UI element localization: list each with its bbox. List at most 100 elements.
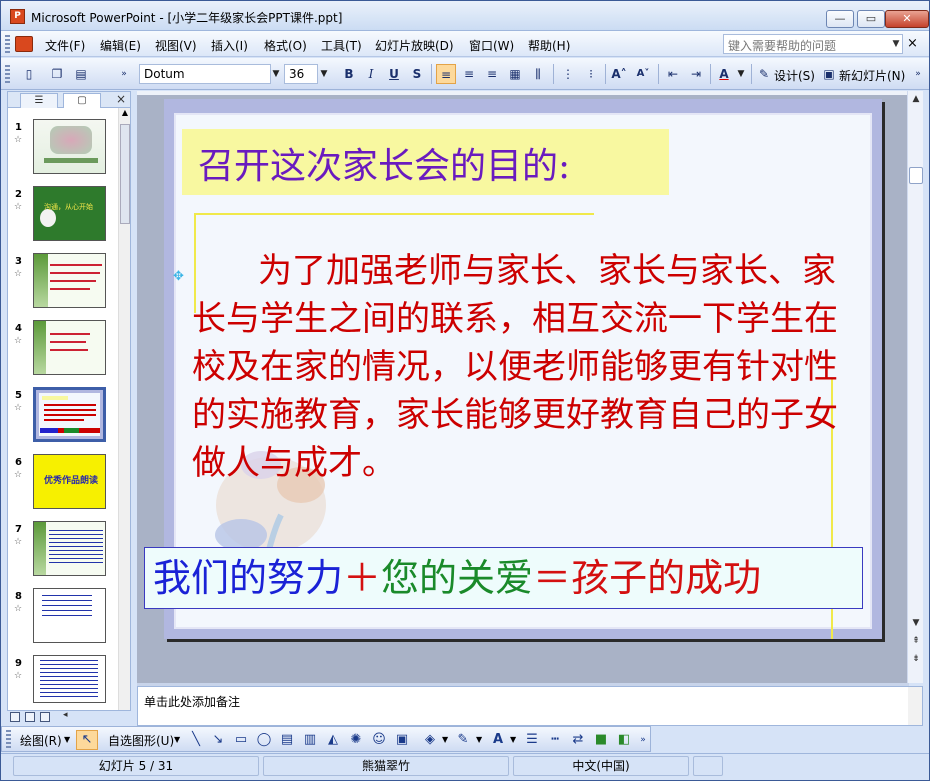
line-color-icon[interactable]: ✎	[455, 732, 471, 748]
picture-icon[interactable]: ▣	[394, 732, 410, 748]
font-color-icon[interactable]: A	[490, 732, 506, 748]
normal-view-icon[interactable]	[10, 712, 20, 722]
menu-help[interactable]: 帮助(H)	[528, 37, 570, 54]
chevron-down-icon[interactable]: ▼	[174, 735, 180, 744]
shadow-style-icon[interactable]: ■	[593, 732, 609, 748]
slide-thumbnail-row-selected[interactable]: 5 ☆	[8, 387, 118, 450]
slideshow-icon[interactable]	[40, 712, 50, 722]
document-icon[interactable]	[15, 36, 33, 52]
align-center-icon[interactable]: ≡	[459, 64, 479, 84]
help-search-input[interactable]: 键入需要帮助的问题	[723, 34, 903, 54]
chevron-down-icon[interactable]: ▼	[442, 735, 448, 744]
line-style-icon[interactable]: ☰	[524, 732, 540, 748]
notes-scrollbar[interactable]	[908, 687, 922, 725]
textbox-icon[interactable]: ▤	[279, 732, 295, 748]
previous-slide-icon[interactable]: ⇞	[908, 633, 924, 649]
draw-menu-button[interactable]: 绘图(R)	[20, 732, 62, 749]
menu-edit[interactable]: 编辑(E)	[100, 37, 141, 54]
chevron-down-icon[interactable]: ▼	[476, 735, 482, 744]
scroll-left-icon[interactable]: ◂	[63, 710, 68, 720]
diagram-icon[interactable]: ✺	[348, 732, 364, 748]
slide-thumbnail-3[interactable]	[33, 253, 106, 308]
document-close-button[interactable]: ×	[907, 36, 918, 51]
align-right-icon[interactable]: ≡	[482, 64, 502, 84]
menu-view[interactable]: 视图(V)	[155, 37, 197, 54]
font-size-field[interactable]: 36	[284, 64, 318, 84]
restore-button[interactable]: ▭	[857, 10, 885, 28]
notes-placeholder[interactable]: 单击此处添加备注	[144, 693, 240, 710]
drawbar-grip[interactable]	[6, 730, 11, 748]
slide-thumbnail-9[interactable]	[33, 655, 106, 703]
tab-slides[interactable]: ▢	[63, 93, 101, 108]
justify-icon[interactable]: ▦	[505, 64, 525, 84]
tab-outline[interactable]: ☰	[20, 93, 58, 108]
new-slide-icon[interactable]: ▣	[819, 64, 839, 84]
dash-style-icon[interactable]: ┅	[547, 732, 563, 748]
line-icon[interactable]: ╲	[188, 732, 204, 748]
scroll-down-icon[interactable]: ▼	[908, 615, 924, 631]
align-left-icon[interactable]: ≡	[436, 64, 456, 84]
fill-color-icon[interactable]: ◈	[422, 732, 438, 748]
font-name-field[interactable]: Dotum	[139, 64, 271, 84]
slide-thumbnail-1[interactable]	[33, 119, 106, 174]
next-slide-icon[interactable]: ⇟	[908, 651, 924, 667]
3d-style-icon[interactable]: ◧	[616, 732, 632, 748]
menu-format[interactable]: 格式(O)	[264, 37, 307, 54]
slide-thumbnail-row[interactable]: 3 ☆	[8, 253, 118, 316]
slide-thumbnail-row[interactable]: 1 ☆	[8, 119, 118, 182]
panel-close-button[interactable]: ×	[116, 92, 126, 106]
font-color-icon[interactable]: A	[714, 64, 734, 84]
minimize-button[interactable]: —	[826, 10, 854, 28]
slide-thumbnail-2[interactable]: 沟通，从心开始	[33, 186, 106, 241]
chevron-down-icon[interactable]: ▼	[64, 735, 70, 744]
slide-thumbnail-row[interactable]: 9 ☆	[8, 655, 118, 718]
italic-button[interactable]: I	[361, 64, 381, 84]
scroll-up-icon[interactable]: ▲	[120, 108, 130, 122]
copy-icon[interactable]: ❐	[47, 64, 67, 84]
slide-title[interactable]: 召开这次家长会的目的:	[198, 137, 570, 189]
chevron-down-icon[interactable]: ▼	[889, 34, 903, 54]
paste-icon[interactable]: ▤	[71, 64, 91, 84]
clipart-icon[interactable]: ☺	[371, 732, 387, 748]
shadow-button[interactable]: S	[407, 64, 427, 84]
arrow-style-icon[interactable]: ⇄	[570, 732, 586, 748]
toolbar-options-icon[interactable]: »	[638, 732, 648, 748]
menubar-grip[interactable]	[5, 35, 10, 53]
menu-file[interactable]: 文件(F)	[45, 37, 85, 54]
rectangle-icon[interactable]: ▭	[233, 732, 249, 748]
bullets-icon[interactable]: ⁝	[581, 64, 601, 84]
toolbar-grip[interactable]	[5, 65, 10, 83]
menu-insert[interactable]: 插入(I)	[211, 37, 248, 54]
arrow-icon[interactable]: ↘	[210, 732, 226, 748]
slide-thumbnail-6[interactable]: 优秀作品朗读	[33, 454, 106, 509]
oval-icon[interactable]: ◯	[256, 732, 272, 748]
slide-thumbnail-5[interactable]	[33, 387, 106, 442]
close-button[interactable]: ✕	[885, 10, 929, 28]
menu-window[interactable]: 窗口(W)	[469, 37, 514, 54]
slogan-textbox[interactable]: 我们的努力＋您的关爱＝孩子的成功	[144, 547, 863, 609]
new-slide-button[interactable]: 新幻灯片(N)	[839, 67, 905, 84]
slide-thumbnail-row[interactable]: 7 ☆	[8, 521, 118, 584]
shrink-font-icon[interactable]: A˅	[633, 64, 653, 84]
menu-slideshow[interactable]: 幻灯片放映(D)	[375, 37, 454, 54]
wordart-icon[interactable]: ◭	[325, 732, 341, 748]
toolbar-options-icon[interactable]: »	[117, 64, 131, 84]
design-icon[interactable]: ✎	[754, 64, 774, 84]
chevron-down-icon[interactable]: ▼	[734, 64, 748, 84]
distribute-icon[interactable]: ⫼	[528, 64, 548, 84]
panel-scroll-thumb[interactable]	[120, 124, 130, 224]
vertical-textbox-icon[interactable]: ▥	[302, 732, 318, 748]
slide-body-text[interactable]: 为了加强老师与家长、家长与家长、家长与学生之间的联系，相互交流一下学生在校及在家…	[192, 247, 840, 487]
chevron-down-icon[interactable]: ▼	[317, 64, 331, 84]
underline-button[interactable]: U	[384, 64, 404, 84]
new-file-icon[interactable]: ▯	[19, 64, 39, 84]
numbering-icon[interactable]: ⋮	[558, 64, 578, 84]
slide-thumbnail-row[interactable]: 2 ☆ 沟通，从心开始	[8, 186, 118, 249]
increase-indent-icon[interactable]: ⇥	[686, 64, 706, 84]
slide-thumbnail-row[interactable]: 6 ☆ 优秀作品朗读	[8, 454, 118, 517]
notes-pane[interactable]: 单击此处添加备注	[137, 686, 923, 726]
panel-scrollbar[interactable]: ▲	[118, 108, 130, 710]
powerpoint-app-icon[interactable]: P	[10, 9, 25, 24]
slide-sorter-icon[interactable]	[25, 712, 35, 722]
decrease-indent-icon[interactable]: ⇤	[663, 64, 683, 84]
